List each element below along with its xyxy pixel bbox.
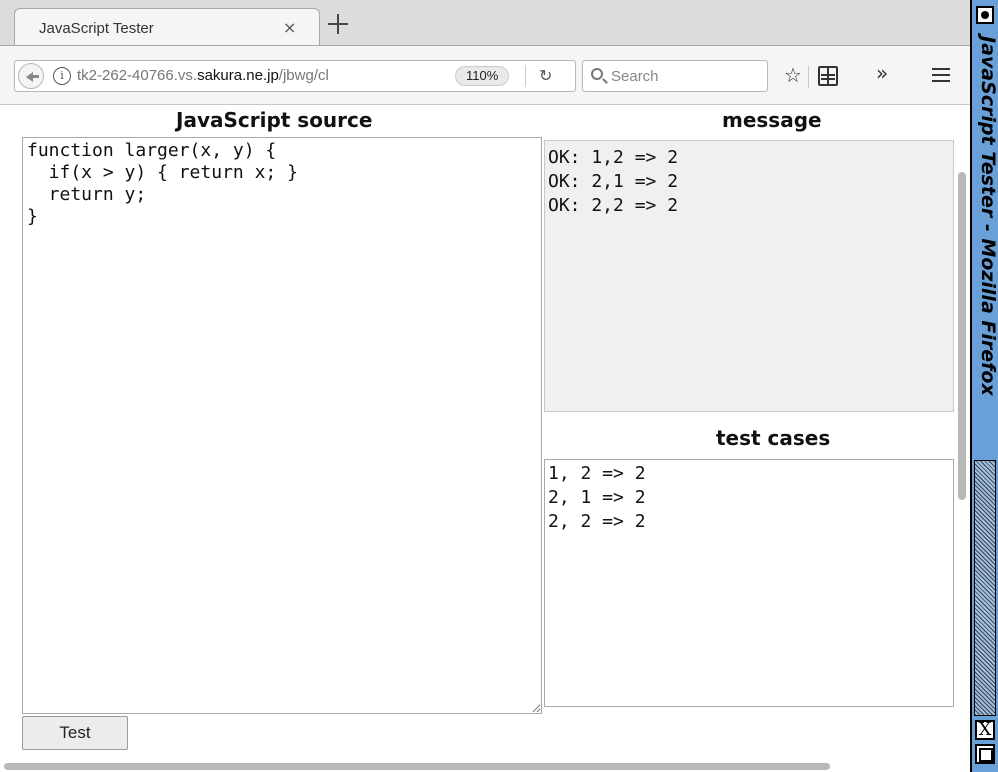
message-heading: message: [722, 108, 822, 132]
hamburger-menu-icon[interactable]: [932, 68, 950, 82]
url-domain: sakura.ne.jp: [197, 67, 279, 84]
window-menu-icon[interactable]: [976, 6, 994, 24]
window-close-icon[interactable]: X: [975, 720, 995, 740]
reading-list-icon[interactable]: [818, 66, 838, 86]
test-cases-heading: test cases: [716, 426, 831, 450]
url-prefix: tk2-262-40766.vs.: [77, 67, 198, 84]
javascript-source-editor[interactable]: function larger(x, y) { if(x > y) { retu…: [22, 137, 542, 714]
url-bar[interactable]: i tk2-262-40766.vs.sakura.ne.jp/jbwg/cl …: [14, 60, 576, 92]
source-heading: JavaScript source: [176, 108, 373, 132]
page-content: JavaScript source function larger(x, y) …: [0, 106, 970, 772]
horizontal-scrollbar[interactable]: [0, 758, 954, 772]
message-line: OK: 2,1 => 2: [548, 171, 679, 192]
tab-javascript-tester[interactable]: JavaScript Tester ×: [14, 8, 320, 46]
tab-title: JavaScript Tester: [39, 20, 154, 37]
message-line: OK: 2,2 => 2: [548, 195, 679, 216]
search-input[interactable]: [611, 66, 761, 86]
message-line: OK: 1,2 => 2: [548, 147, 679, 168]
window-title-bar[interactable]: JavaScript Tester - Mozilla Firefox X: [970, 0, 998, 772]
title-bar-pattern: [974, 460, 996, 716]
bookmark-star-icon[interactable]: ☆: [784, 64, 802, 86]
back-icon[interactable]: [18, 63, 44, 89]
vertical-scroll-thumb[interactable]: [958, 172, 966, 500]
tab-close-icon[interactable]: ×: [283, 18, 296, 37]
vertical-scrollbar[interactable]: [954, 106, 970, 756]
info-icon[interactable]: i: [53, 67, 71, 85]
navigation-toolbar: i tk2-262-40766.vs.sakura.ne.jp/jbwg/cl …: [0, 45, 970, 105]
toolbar-divider: [808, 66, 809, 88]
window-maximize-icon[interactable]: [975, 744, 995, 764]
search-bar[interactable]: [582, 60, 768, 92]
url-text[interactable]: tk2-262-40766.vs.sakura.ne.jp/jbwg/cl: [77, 67, 453, 84]
url-path: /jbwg/cl: [278, 67, 329, 84]
overflow-icon[interactable]: »: [876, 62, 888, 84]
zoom-level-button[interactable]: 110%: [455, 66, 510, 86]
message-output: OK: 1,2 => 2 OK: 2,1 => 2 OK: 2,2 => 2: [544, 140, 954, 412]
url-divider: [525, 65, 526, 87]
window-title: JavaScript Tester - Mozilla Firefox: [977, 36, 998, 396]
test-button[interactable]: Test: [22, 716, 128, 750]
search-icon: [591, 68, 603, 80]
tab-strip: JavaScript Tester ×: [0, 0, 970, 46]
reload-icon[interactable]: ↻: [539, 66, 552, 86]
new-tab-icon[interactable]: [326, 12, 350, 36]
test-cases-editor[interactable]: 1, 2 => 2 2, 1 => 2 2, 2 => 2: [544, 459, 954, 707]
horizontal-scroll-thumb[interactable]: [4, 763, 830, 770]
